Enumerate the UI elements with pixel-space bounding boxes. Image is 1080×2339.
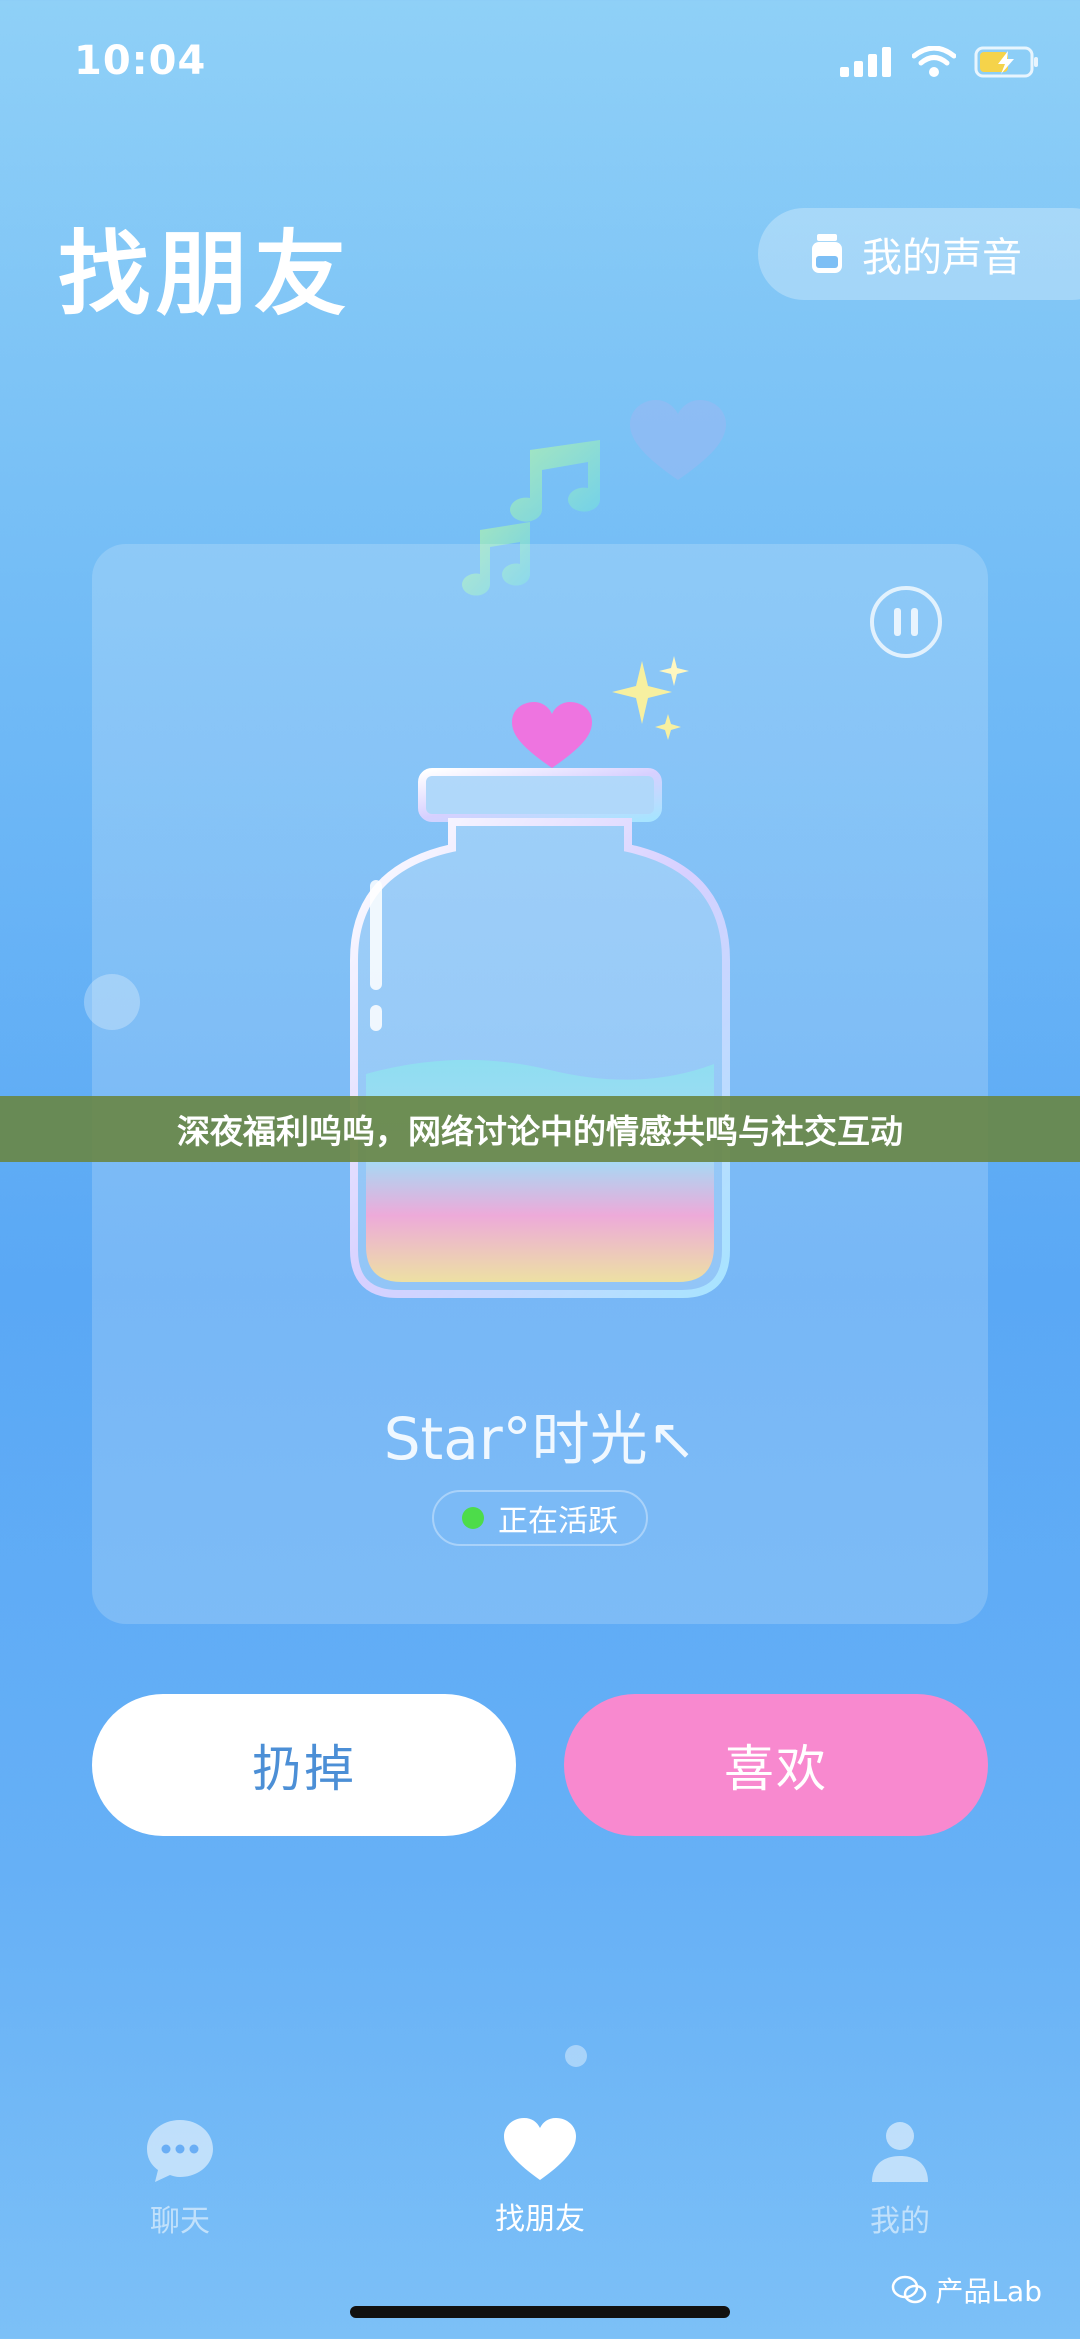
page-title: 找朋友	[58, 221, 353, 328]
home-indicator[interactable]	[350, 2306, 730, 2318]
status-time: 10:04	[74, 38, 207, 84]
person-icon	[872, 2122, 928, 2182]
watermark-text: 产品Lab	[935, 2275, 1042, 2308]
headline-banner: 深夜福利呜呜，网络讨论中的情感共鸣与社交互动	[0, 1096, 1080, 1162]
decorative-dot	[565, 2045, 587, 2067]
tab-chat-label: 聊天	[150, 2204, 210, 2239]
wifi-icon	[912, 46, 956, 77]
status-icons	[840, 46, 1040, 78]
watermark: 产品Lab	[891, 2270, 1042, 2310]
heart-ghost-icon	[630, 400, 726, 480]
battery-charging-icon	[974, 46, 1038, 78]
card-username: Star°时光↖	[383, 1405, 697, 1473]
like-button[interactable]: 喜欢	[564, 1694, 988, 1836]
my-voice-button[interactable]: 我的声音	[758, 208, 1080, 300]
status-text: 正在活跃	[498, 1504, 618, 1539]
discard-button[interactable]: 扔掉	[92, 1694, 516, 1836]
my-voice-label: 我的声音	[862, 235, 1022, 281]
active-dot	[462, 1507, 484, 1529]
signal-icon	[840, 47, 891, 77]
tab-me[interactable]: 我的	[810, 2118, 990, 2240]
heart-icon	[504, 2118, 576, 2180]
tab-me-label: 我的	[870, 2204, 930, 2239]
pause-button[interactable]	[870, 586, 942, 658]
tab-find-friends[interactable]: 找朋友	[450, 2118, 630, 2238]
tab-chat[interactable]: 聊天	[90, 2118, 270, 2240]
status-bar: 10:04	[0, 0, 1080, 130]
tab-find-friends-label: 找朋友	[495, 2202, 585, 2237]
wish-jar-icon[interactable]	[330, 650, 750, 1310]
voice-jar-icon	[812, 234, 842, 273]
status-badge: 正在活跃	[432, 1490, 648, 1546]
pause-icon	[894, 608, 918, 636]
chat-bubble-icon	[147, 2120, 213, 2182]
decorative-bubble	[84, 974, 140, 1030]
wechat-icon	[892, 2275, 927, 2304]
